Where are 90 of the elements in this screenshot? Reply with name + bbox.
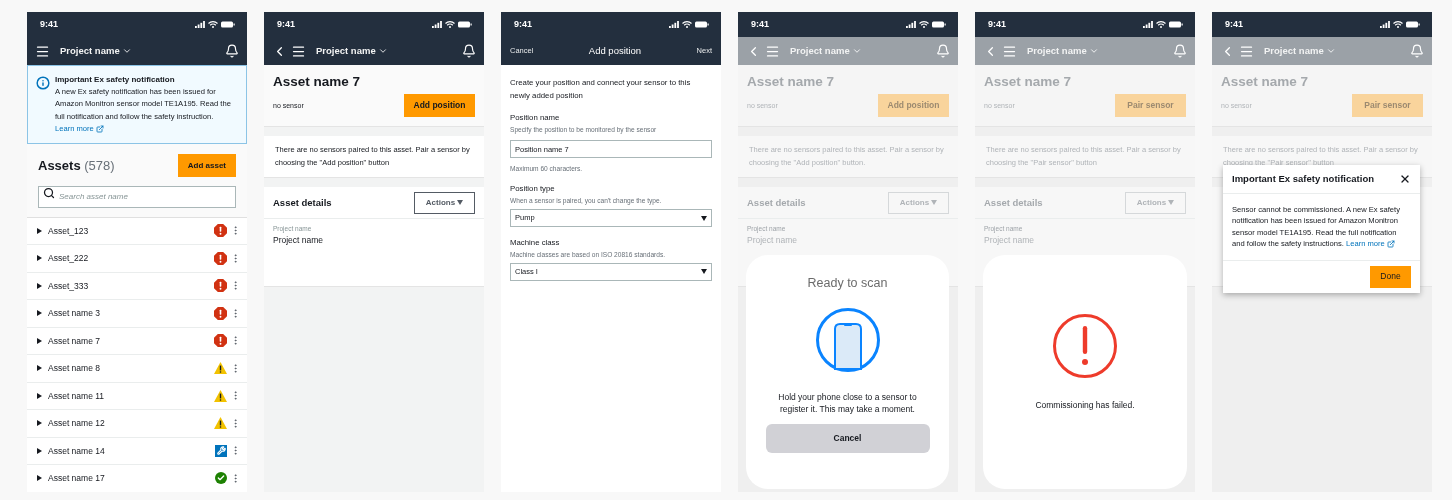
asset-row[interactable]: Asset name 7 — [27, 327, 247, 356]
status-time: 9:41 — [1225, 17, 1243, 31]
caret-icon — [931, 200, 938, 206]
caret-icon — [701, 215, 707, 221]
status-time: 9:41 — [514, 17, 532, 31]
expand-icon[interactable] — [37, 337, 42, 344]
battery-icon — [1406, 21, 1420, 28]
expand-icon[interactable] — [37, 255, 42, 262]
status-time: 9:41 — [751, 17, 769, 31]
search-icon — [43, 187, 55, 200]
wifi-icon — [208, 21, 218, 28]
cancel-button[interactable]: Cancel — [765, 423, 930, 453]
field-value: Project name — [984, 234, 1036, 247]
caret-icon — [1168, 200, 1175, 206]
asset-title: Asset name 7 — [273, 73, 362, 91]
search-field[interactable]: Search asset name — [38, 185, 236, 208]
caret-icon — [701, 269, 707, 275]
failure-message: Commissioning has failed. — [1035, 399, 1135, 412]
expand-icon[interactable] — [37, 227, 42, 234]
asset-row[interactable]: Asset name 8 — [27, 355, 247, 383]
expand-icon[interactable] — [37, 420, 42, 427]
close-icon[interactable] — [1399, 173, 1411, 185]
signal-icon — [432, 21, 442, 28]
asset-row[interactable]: Asset name 12 — [27, 410, 247, 438]
dialog-title: Important Ex safety notification — [1232, 171, 1374, 186]
battery-icon — [932, 21, 946, 28]
field-value: Project name — [747, 234, 799, 247]
error-icon — [1052, 313, 1118, 379]
notification-icon[interactable] — [462, 44, 476, 58]
phone-icon — [814, 306, 881, 373]
chevron-down-icon — [1088, 46, 1099, 56]
battery-icon — [221, 21, 235, 28]
notification-icon[interactable] — [225, 44, 239, 58]
expand-icon[interactable] — [37, 475, 42, 482]
caret-icon — [457, 200, 464, 206]
details-heading: Asset details — [984, 195, 1043, 210]
expand-icon[interactable] — [37, 310, 42, 317]
asset-title: Asset name 7 — [1221, 73, 1310, 91]
asset-row[interactable]: Asset_333 — [27, 272, 247, 301]
banner-title: Important Ex safety notification — [55, 74, 176, 86]
details-heading: Asset details — [747, 195, 806, 210]
asset-row[interactable]: Asset_222 — [27, 245, 247, 273]
expand-icon[interactable] — [37, 447, 42, 454]
expand-icon[interactable] — [37, 392, 42, 399]
wifi-icon — [919, 21, 929, 28]
field-value: Project name — [273, 234, 325, 247]
battery-icon — [458, 21, 472, 28]
chevron-down-icon — [1325, 46, 1336, 56]
expand-icon[interactable] — [37, 282, 42, 289]
asset-row[interactable]: Asset name 3 — [27, 300, 247, 328]
chevron-down-icon — [377, 46, 388, 56]
status-time: 9:41 — [277, 17, 295, 31]
scan-instructions: Hold your phone close to a sensor to register it. This may take a moment. — [777, 390, 918, 415]
project-dropdown[interactable]: Project name — [316, 43, 388, 59]
assets-heading: Assets (578) — [38, 156, 115, 175]
wifi-icon — [682, 21, 692, 28]
sheet-title: Ready to scan — [807, 275, 888, 292]
info-icon — [36, 76, 50, 90]
asset-row[interactable]: Asset name 17 — [27, 465, 247, 492]
asset-row[interactable]: Asset name 11 — [27, 382, 247, 411]
chevron-down-icon — [851, 46, 862, 56]
external-link-icon — [95, 125, 104, 134]
wifi-icon — [1156, 21, 1166, 28]
done-button[interactable]: Done — [1370, 265, 1411, 288]
asset-row[interactable]: Asset_123 — [27, 217, 247, 246]
status-time: 9:41 — [988, 17, 1006, 31]
primary-button[interactable]: Add position — [404, 94, 475, 118]
signal-icon — [1143, 21, 1153, 28]
chevron-down-icon — [121, 46, 132, 56]
signal-icon — [1380, 21, 1390, 28]
screen-title: Add position — [588, 43, 642, 58]
menu-icon[interactable] — [35, 43, 50, 59]
signal-icon — [195, 21, 205, 28]
project-dropdown[interactable]: Project name — [60, 43, 132, 59]
battery-icon — [695, 21, 709, 28]
menu-icon[interactable] — [291, 43, 306, 59]
asset-row[interactable]: Asset name 14 — [27, 437, 247, 466]
details-heading: Asset details — [273, 195, 332, 210]
asset-title: Asset name 7 — [984, 73, 1073, 91]
external-link-icon — [1386, 239, 1395, 248]
status-time: 9:41 — [40, 17, 58, 31]
signal-icon — [669, 21, 679, 28]
asset-title: Asset name 7 — [747, 73, 836, 91]
wifi-icon — [1393, 21, 1403, 28]
add-asset-button[interactable]: Add asset — [177, 154, 236, 178]
battery-icon — [1169, 21, 1183, 28]
expand-icon[interactable] — [37, 365, 42, 372]
wifi-icon — [445, 21, 455, 28]
signal-icon — [906, 21, 916, 28]
actions-button[interactable]: Actions — [414, 191, 475, 214]
